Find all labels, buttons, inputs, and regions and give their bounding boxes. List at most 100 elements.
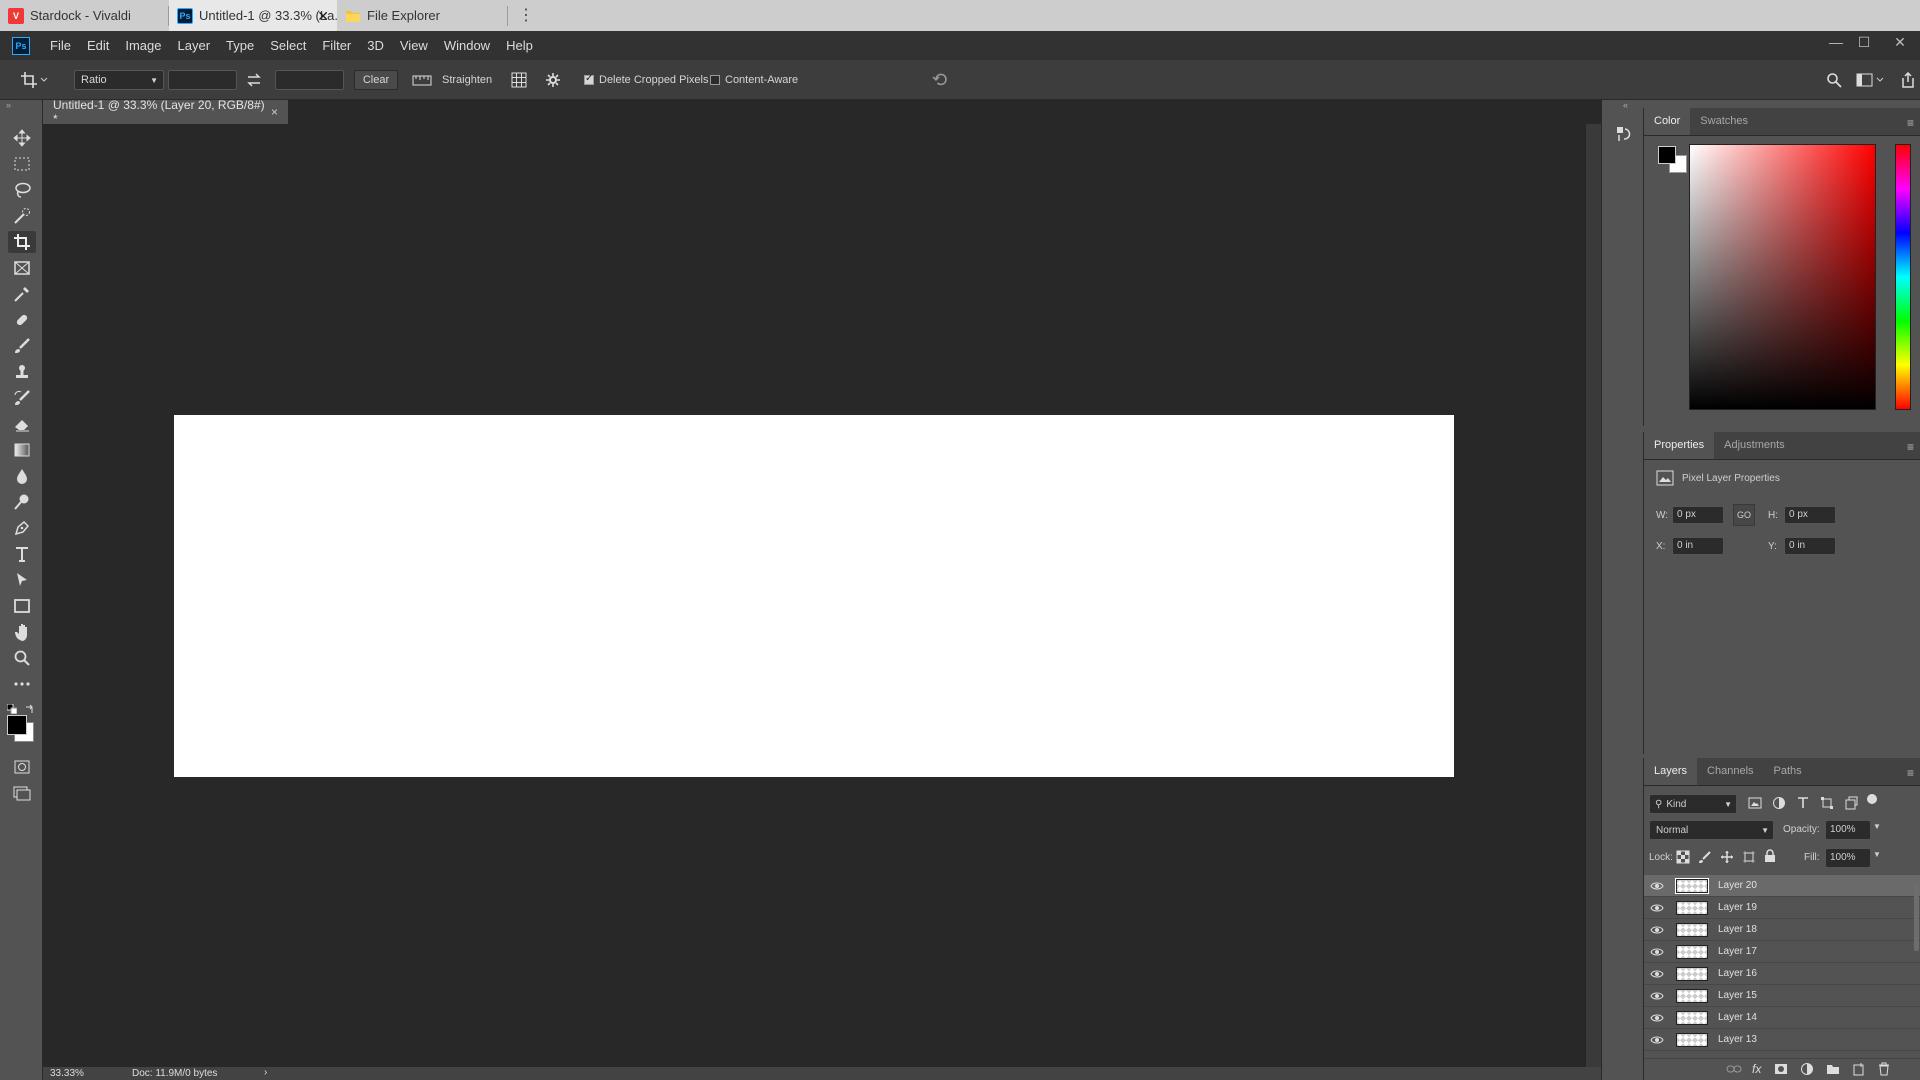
- brush-tool-icon[interactable]: [8, 335, 36, 357]
- quick-mask-icon[interactable]: [8, 756, 36, 778]
- menu-view[interactable]: View: [392, 31, 436, 60]
- minimize-button[interactable]: —: [1822, 31, 1850, 53]
- straighten-icon[interactable]: [412, 70, 432, 90]
- filter-type-icon[interactable]: [1796, 796, 1810, 810]
- chevron-down-icon[interactable]: ▼: [1873, 850, 1881, 859]
- tab-adjustments[interactable]: Adjustments: [1714, 431, 1795, 459]
- filter-adjustment-icon[interactable]: [1772, 796, 1786, 810]
- gear-icon[interactable]: [545, 70, 561, 90]
- browser-tab-photoshop[interactable]: Ps Untitled-1 @ 33.3% (La... ✕: [169, 0, 337, 31]
- width-input[interactable]: 0 px: [1672, 506, 1724, 524]
- document-tab[interactable]: Untitled-1 @ 33.3% (Layer 20, RGB/8#) * …: [43, 98, 288, 126]
- new-layer-icon[interactable]: [1852, 1062, 1866, 1076]
- chevron-down-icon[interactable]: ▼: [1873, 822, 1881, 831]
- quick-selection-tool-icon[interactable]: [8, 205, 36, 227]
- visibility-eye-icon[interactable]: [1644, 991, 1670, 1001]
- lock-transparent-icon[interactable]: [1676, 850, 1690, 864]
- layer-list-scrollbar[interactable]: [1914, 885, 1919, 951]
- screen-mode-icon[interactable]: [8, 782, 36, 804]
- crop-tool-icon[interactable]: [8, 231, 36, 253]
- zoom-level[interactable]: 33.33%: [50, 1068, 84, 1079]
- opacity-input[interactable]: 100%: [1825, 820, 1871, 840]
- color-field-picker[interactable]: [1689, 144, 1876, 410]
- clear-button[interactable]: Clear: [354, 70, 398, 90]
- menu-layer[interactable]: Layer: [170, 31, 219, 60]
- delete-cropped-pixels-checkbox[interactable]: Delete Cropped Pixels: [584, 70, 708, 90]
- browser-tab-vivaldi[interactable]: V Stardock - Vivaldi: [0, 0, 168, 31]
- new-adjustment-layer-icon[interactable]: [1800, 1062, 1814, 1076]
- straighten-label[interactable]: Straighten: [442, 70, 492, 90]
- default-colors-icon[interactable]: [7, 704, 17, 714]
- lock-position-icon[interactable]: [1720, 850, 1734, 864]
- panel-menu-icon[interactable]: ≡: [1907, 766, 1914, 780]
- lock-all-icon[interactable]: [1764, 849, 1776, 863]
- content-aware-checkbox[interactable]: Content-Aware: [710, 70, 798, 90]
- gradient-tool-icon[interactable]: [8, 439, 36, 461]
- layer-row[interactable]: Layer 20: [1644, 875, 1920, 897]
- clone-stamp-tool-icon[interactable]: [8, 361, 36, 383]
- tab-swatches[interactable]: Swatches: [1690, 107, 1758, 135]
- layer-row[interactable]: Layer 14: [1644, 1007, 1920, 1029]
- menu-image[interactable]: Image: [117, 31, 169, 60]
- pen-tool-icon[interactable]: [8, 517, 36, 539]
- lasso-tool-icon[interactable]: [8, 179, 36, 201]
- layer-row[interactable]: Layer 18: [1644, 919, 1920, 941]
- layer-row[interactable]: Layer 15: [1644, 985, 1920, 1007]
- panel-menu-icon[interactable]: ≡: [1907, 440, 1914, 454]
- zoom-tool-icon[interactable]: [8, 647, 36, 669]
- layer-row[interactable]: Layer 13: [1644, 1029, 1920, 1051]
- swap-dimensions-icon[interactable]: [246, 70, 262, 90]
- status-menu-arrow-icon[interactable]: ›: [264, 1067, 267, 1078]
- rectangular-marquee-tool-icon[interactable]: [8, 153, 36, 175]
- foreground-color-swatch[interactable]: [7, 715, 27, 735]
- more-tools-icon[interactable]: [8, 673, 36, 695]
- menu-edit[interactable]: Edit: [79, 31, 117, 60]
- filter-smart-object-icon[interactable]: [1844, 796, 1858, 810]
- layer-row[interactable]: Layer 16: [1644, 963, 1920, 985]
- crop-ratio-select[interactable]: Ratio ▼: [74, 70, 164, 90]
- browser-tab-file-explorer[interactable]: File Explorer: [337, 0, 507, 31]
- filter-shape-icon[interactable]: [1820, 796, 1834, 810]
- menu-select[interactable]: Select: [262, 31, 314, 60]
- overlay-grid-icon[interactable]: [510, 70, 528, 90]
- history-brush-tool-icon[interactable]: [8, 387, 36, 409]
- menu-help[interactable]: Help: [498, 31, 541, 60]
- search-icon[interactable]: [1826, 70, 1842, 90]
- close-document-button[interactable]: ×: [271, 105, 278, 119]
- vertical-scrollbar[interactable]: [1586, 124, 1601, 1067]
- maximize-button[interactable]: ☐: [1850, 31, 1878, 53]
- visibility-eye-icon[interactable]: [1644, 1035, 1670, 1045]
- move-tool-icon[interactable]: [8, 127, 36, 149]
- height-input[interactable]: 0 px: [1784, 506, 1836, 524]
- document-canvas[interactable]: [174, 415, 1454, 777]
- visibility-eye-icon[interactable]: [1644, 925, 1670, 935]
- blend-mode-select[interactable]: Normal ▼: [1649, 820, 1774, 840]
- menu-3d[interactable]: 3D: [359, 31, 392, 60]
- rectangle-tool-icon[interactable]: [8, 595, 36, 617]
- reset-icon[interactable]: [932, 70, 950, 90]
- tab-paths[interactable]: Paths: [1764, 757, 1812, 785]
- path-selection-tool-icon[interactable]: [8, 569, 36, 591]
- close-window-button[interactable]: ✕: [1886, 31, 1914, 53]
- collapse-arrows-icon[interactable]: »: [6, 100, 11, 110]
- add-mask-icon[interactable]: [1774, 1062, 1788, 1076]
- hand-tool-icon[interactable]: [8, 621, 36, 643]
- foreground-color-chip[interactable]: [1658, 146, 1676, 164]
- layer-row[interactable]: Layer 19: [1644, 897, 1920, 919]
- layer-filter-select[interactable]: ⚲ Kind ▼: [1649, 794, 1737, 814]
- workspace-icon[interactable]: [1856, 70, 1884, 90]
- link-dimensions-button[interactable]: GO: [1733, 504, 1755, 526]
- type-tool-icon[interactable]: [8, 543, 36, 565]
- history-panel-icon[interactable]: [1612, 122, 1636, 146]
- share-icon[interactable]: [1900, 70, 1916, 90]
- crop-height-input[interactable]: [275, 70, 344, 90]
- menu-file[interactable]: File: [42, 31, 79, 60]
- crop-tool-preset-icon[interactable]: [20, 70, 48, 90]
- visibility-eye-icon[interactable]: [1644, 881, 1670, 891]
- crop-width-input[interactable]: [168, 70, 237, 90]
- visibility-eye-icon[interactable]: [1644, 969, 1670, 979]
- healing-brush-tool-icon[interactable]: [8, 309, 36, 331]
- hue-slider[interactable]: [1895, 144, 1911, 410]
- new-group-icon[interactable]: [1826, 1062, 1840, 1076]
- layer-row[interactable]: Layer 17: [1644, 941, 1920, 963]
